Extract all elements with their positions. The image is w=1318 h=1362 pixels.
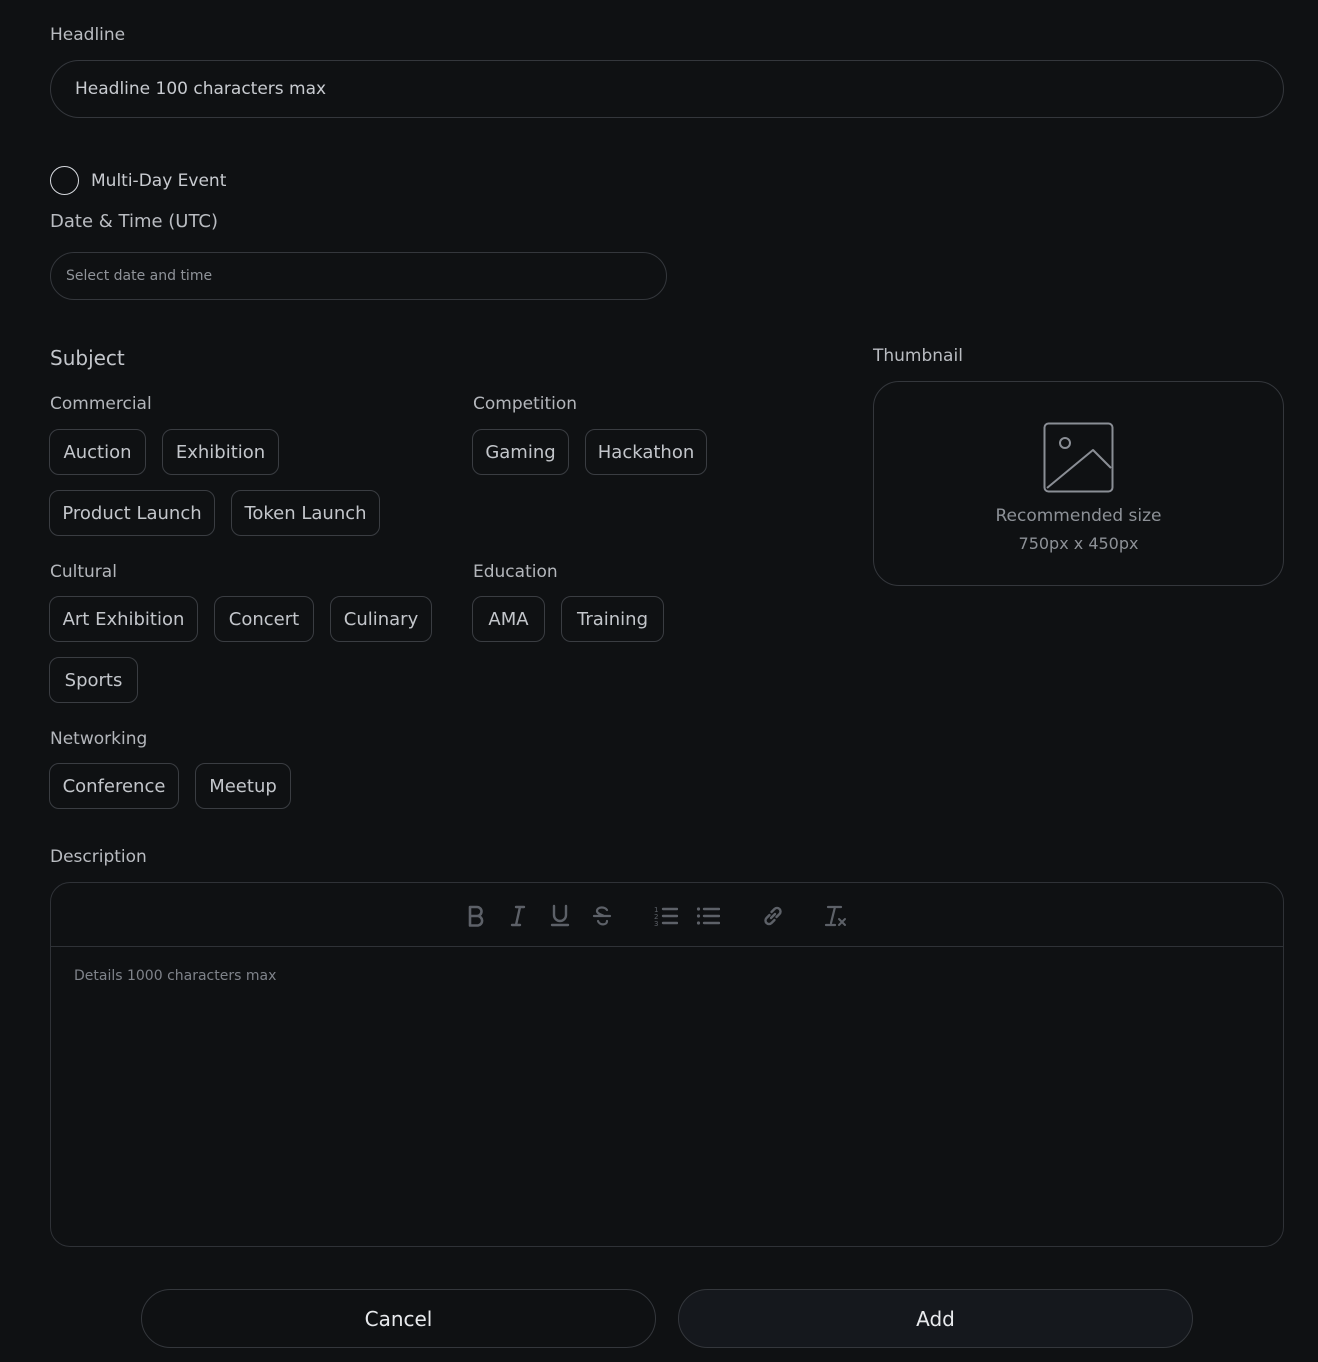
group-label-education: Education — [473, 562, 558, 582]
headline-input[interactable]: Headline 100 characters max — [50, 60, 1284, 118]
thumbnail-label: Thumbnail — [873, 346, 963, 366]
chip-conference[interactable]: Conference — [49, 763, 179, 809]
group-label-networking: Networking — [50, 729, 148, 749]
thumbnail-hint-line2: 750px x 450px — [1018, 534, 1139, 553]
cancel-button[interactable]: Cancel — [141, 1289, 656, 1348]
description-label: Description — [50, 847, 147, 867]
italic-icon[interactable] — [505, 903, 531, 929]
add-button[interactable]: Add — [678, 1289, 1193, 1348]
svg-text:3: 3 — [654, 920, 658, 927]
chip-ama[interactable]: AMA — [472, 596, 545, 642]
strikethrough-icon[interactable] — [589, 903, 615, 929]
headline-label: Headline — [50, 25, 126, 45]
link-icon[interactable] — [760, 903, 786, 929]
chip-art-exhibition[interactable]: Art Exhibition — [49, 596, 198, 642]
group-label-commercial: Commercial — [50, 394, 152, 414]
chip-sports[interactable]: Sports — [49, 657, 138, 703]
bullet-list-icon[interactable] — [695, 903, 721, 929]
ordered-list-icon[interactable]: 123 — [653, 903, 679, 929]
chip-concert[interactable]: Concert — [214, 596, 314, 642]
thumbnail-hint-line1: Recommended size — [995, 506, 1162, 526]
chip-training[interactable]: Training — [561, 596, 664, 642]
headline-placeholder: Headline 100 characters max — [75, 79, 327, 99]
bold-icon[interactable] — [463, 903, 489, 929]
clear-format-icon[interactable] — [824, 903, 850, 929]
toolbar-divider — [51, 946, 1283, 947]
chip-token-launch[interactable]: Token Launch — [231, 490, 380, 536]
group-label-cultural: Cultural — [50, 562, 117, 582]
description-editor[interactable]: 123 Details 1000 characters max — [50, 882, 1284, 1247]
chip-exhibition[interactable]: Exhibition — [162, 429, 279, 475]
group-label-competition: Competition — [473, 394, 578, 414]
underline-icon[interactable] — [547, 903, 573, 929]
chip-gaming[interactable]: Gaming — [472, 429, 569, 475]
chip-auction[interactable]: Auction — [49, 429, 146, 475]
chip-culinary[interactable]: Culinary — [330, 596, 432, 642]
chip-meetup[interactable]: Meetup — [195, 763, 291, 809]
description-placeholder: Details 1000 characters max — [74, 968, 277, 984]
date-time-input[interactable]: Select date and time — [50, 252, 667, 300]
subject-title: Subject — [50, 346, 125, 370]
date-time-placeholder: Select date and time — [66, 268, 213, 284]
chip-product-launch[interactable]: Product Launch — [49, 490, 215, 536]
chip-hackathon[interactable]: Hackathon — [585, 429, 707, 475]
thumbnail-upload[interactable]: Recommended size 750px x 450px — [873, 381, 1284, 586]
date-time-label: Date & Time (UTC) — [50, 211, 219, 232]
multi-day-label[interactable]: Multi-Day Event — [91, 171, 226, 191]
multi-day-radio[interactable] — [50, 166, 79, 195]
image-placeholder-icon — [1043, 422, 1114, 497]
